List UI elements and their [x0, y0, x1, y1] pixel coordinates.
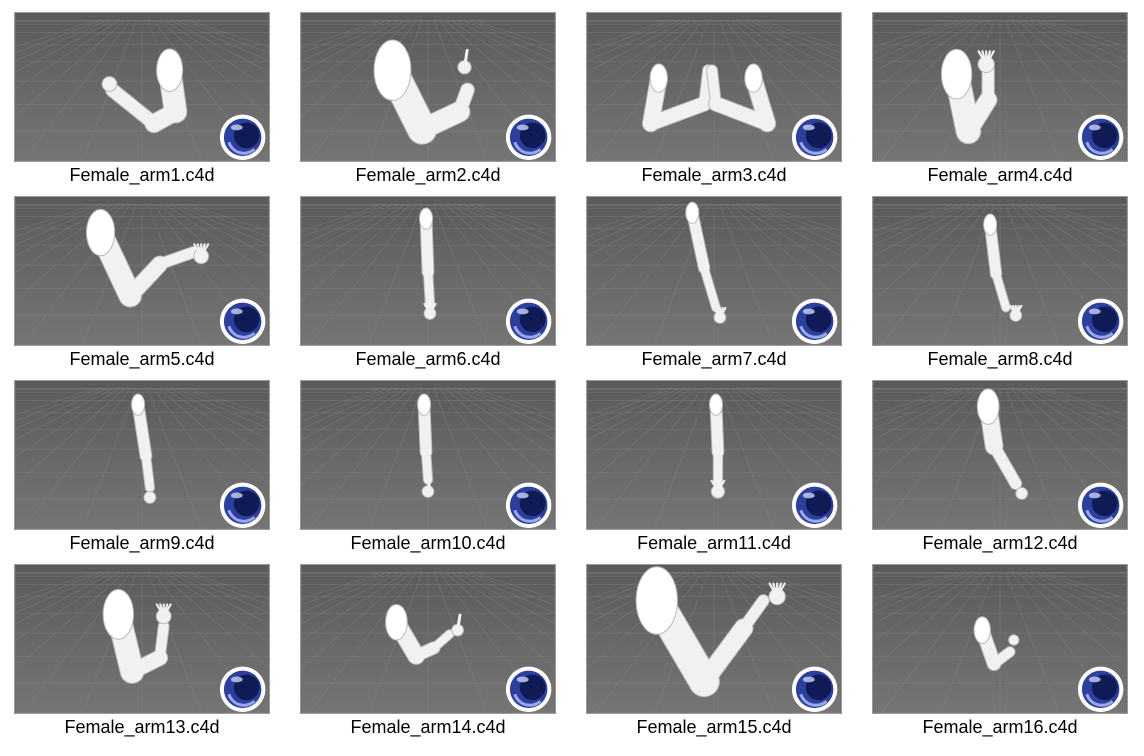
cinema4d-logo-icon [791, 666, 838, 713]
file-thumbnail[interactable] [14, 564, 270, 714]
hand-model-icon [713, 306, 727, 324]
hand-model-icon [977, 50, 995, 73]
hand-model-icon [1015, 487, 1029, 500]
hand-model-icon [1008, 634, 1020, 646]
file-name-label: Female_arm14.c4d [350, 717, 506, 737]
hand-model-icon [768, 582, 786, 606]
file-item[interactable]: Female_arm3.c4d [586, 12, 842, 188]
cinema4d-logo-icon [1077, 298, 1124, 345]
file-thumbnail[interactable] [300, 564, 556, 714]
file-thumbnail[interactable] [586, 196, 842, 346]
file-name-label: Female_arm15.c4d [636, 717, 792, 737]
file-item[interactable]: Female_arm2.c4d [300, 12, 556, 188]
cinema4d-logo-icon [791, 482, 838, 529]
file-name-label: Female_arm11.c4d [637, 533, 791, 553]
cinema4d-logo-icon [1077, 666, 1124, 713]
file-name-label: Female_arm8.c4d [927, 349, 1073, 369]
hand-model-icon [1009, 304, 1023, 322]
file-item[interactable]: Female_arm11.c4d [586, 380, 842, 556]
file-item[interactable]: Female_arm12.c4d [872, 380, 1128, 556]
file-name-label: Female_arm2.c4d [355, 165, 501, 185]
cinema4d-logo-icon [505, 114, 552, 161]
file-thumbnail[interactable] [14, 380, 270, 530]
file-thumbnail[interactable] [300, 196, 556, 346]
cinema4d-logo-icon [505, 482, 552, 529]
file-thumbnail[interactable] [300, 12, 556, 162]
file-item[interactable]: Female_arm13.c4d [14, 564, 270, 740]
hand-model-icon [143, 491, 157, 504]
file-thumbnail[interactable] [872, 564, 1128, 714]
file-thumbnail[interactable] [872, 12, 1128, 162]
hand-model-icon [423, 302, 437, 320]
file-name-label: Female_arm7.c4d [641, 349, 787, 369]
file-item[interactable]: Female_arm4.c4d [872, 12, 1128, 188]
file-thumbnail[interactable] [586, 380, 842, 530]
cinema4d-logo-icon [219, 298, 266, 345]
cinema4d-logo-icon [791, 298, 838, 345]
cinema4d-logo-icon [505, 298, 552, 345]
cinema4d-logo-icon [1077, 114, 1124, 161]
hand-model-icon [193, 243, 210, 265]
file-item[interactable]: Female_arm6.c4d [300, 196, 556, 372]
file-item[interactable]: Female_arm8.c4d [872, 196, 1128, 372]
file-thumbnail[interactable] [300, 380, 556, 530]
file-item[interactable]: Female_arm9.c4d [14, 380, 270, 556]
cinema4d-logo-icon [505, 666, 552, 713]
file-name-label: Female_arm3.c4d [641, 165, 787, 185]
file-name-label: Female_arm6.c4d [355, 349, 501, 369]
hand-model-icon [710, 479, 726, 499]
file-grid: Female_arm1.c4d Female_arm2.c4d Female_arm… [0, 0, 1144, 756]
hand-model-icon [155, 603, 172, 625]
file-thumbnail[interactable] [872, 196, 1128, 346]
cinema4d-logo-icon [791, 114, 838, 161]
file-item[interactable]: Female_arm5.c4d [14, 196, 270, 372]
file-item[interactable]: Female_arm7.c4d [586, 196, 842, 372]
file-thumbnail[interactable] [872, 380, 1128, 530]
cinema4d-logo-icon [1077, 482, 1124, 529]
cinema4d-logo-icon [219, 114, 266, 161]
cinema4d-logo-icon [219, 666, 266, 713]
file-name-label: Female_arm9.c4d [69, 533, 215, 553]
file-name-label: Female_arm13.c4d [64, 717, 220, 737]
file-item[interactable]: Female_arm10.c4d [300, 380, 556, 556]
file-item[interactable]: Female_arm16.c4d [872, 564, 1128, 740]
file-item[interactable]: Female_arm15.c4d [586, 564, 842, 740]
file-item[interactable]: Female_arm1.c4d [14, 12, 270, 188]
file-thumbnail[interactable] [586, 564, 842, 714]
file-name-label: Female_arm4.c4d [927, 165, 1073, 185]
file-thumbnail[interactable] [14, 12, 270, 162]
file-item[interactable]: Female_arm14.c4d [300, 564, 556, 740]
file-name-label: Female_arm12.c4d [922, 533, 1078, 553]
file-name-label: Female_arm16.c4d [922, 717, 1078, 737]
file-name-label: Female_arm1.c4d [69, 165, 215, 185]
hand-model-icon [101, 76, 118, 92]
file-name-label: Female_arm5.c4d [69, 349, 215, 369]
file-name-label: Female_arm10.c4d [350, 533, 506, 553]
cinema4d-logo-icon [219, 482, 266, 529]
file-thumbnail[interactable] [14, 196, 270, 346]
file-thumbnail[interactable] [586, 12, 842, 162]
